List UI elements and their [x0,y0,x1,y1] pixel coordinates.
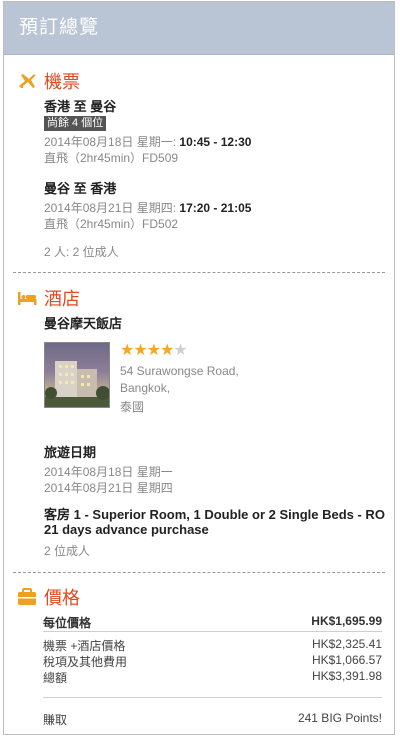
return-details: 直飛（2hr45min）FD502 [44,217,179,231]
flight-hotel-label: 機票 +酒店價格 [43,639,126,653]
room-description: 客房 1 - Superior Room, 1 Double or 2 Sing… [44,507,385,537]
tax-value: HK$1,066.57 [311,653,382,667]
star-filled-icon: ★ [146,342,161,359]
section-divider [13,572,385,573]
star-rating: ★★★★★ [120,340,188,360]
hotel-section-title: 酒店 [44,289,80,309]
airplane-icon [19,74,36,88]
price-separator [43,697,382,698]
flight-hotel-price-row: 機票 +酒店價格 HK$2,325.41 [43,637,382,653]
panel-title: 預訂總覽 [4,2,394,55]
hotel-address-line2: Bangkok, [120,381,171,395]
flight-section-title: 機票 [44,72,80,92]
flight-hotel-value: HK$2,325.41 [311,637,382,651]
checkin-date: 2014年08月18日 星期一 [44,465,173,479]
star-filled-icon: ★ [133,342,147,359]
star-filled-icon: ★ [120,342,134,359]
outbound-time: 10:45 - 12:30 [179,135,252,149]
passenger-count: 2 人: 2 位成人 [44,245,119,259]
per-person-price-row: 每位價格 HK$1,695.99 [43,614,382,630]
total-label: 總額 [43,671,68,685]
section-divider [13,272,385,273]
return-route: 曼谷 至 香港 [44,181,117,196]
travel-dates-label: 旅遊日期 [44,445,97,460]
tax-label: 稅項及其他費用 [43,655,128,669]
return-time: 17:20 - 21:05 [179,201,252,215]
star-empty-icon: ★ [173,342,187,359]
star-filled-icon: ★ [160,342,174,359]
seats-left-badge: 尚餘 4 個位 [44,116,107,131]
hotel-address-line1: 54 Surawongse Road, [120,364,239,378]
points-row: 賺取 241 BIG Points! [43,711,382,727]
tax-price-row: 稅項及其他費用 HK$1,066.57 [43,653,382,669]
hotel-name[interactable]: 曼谷摩天飯店 [44,313,122,332]
bed-icon [18,292,37,305]
per-person-label: 每位價格 [43,616,92,630]
price-section-title: 價格 [44,588,80,608]
hotel-address-line3: 泰國 [120,400,145,414]
briefcase-icon [18,588,36,605]
checkout-date: 2014年08月21日 星期四 [44,481,173,495]
outbound-date-text: 2014年08月18日 星期一: [44,135,177,149]
guest-count: 2 位成人 [44,544,91,558]
total-value: HK$3,391.98 [311,669,382,683]
per-person-value: HK$1,695.99 [311,614,382,628]
return-date: 2014年08月21日 星期四: 17:20 - 21:05 [44,199,251,216]
earn-label: 賺取 [43,713,68,727]
total-price-row: 總額 HK$3,391.98 [43,669,382,685]
outbound-details: 直飛（2hr45min）FD509 [44,151,179,165]
outbound-route: 香港 至 曼谷 [44,99,117,114]
hotel-rating: ★★★★★ [4,340,396,360]
outbound-date: 2014年08月18日 星期一: 10:45 - 12:30 [44,133,251,150]
price-separator [43,631,382,632]
return-date-text: 2014年08月21日 星期四: [44,201,177,215]
booking-summary-panel: 預訂總覽 機票 香港 至 曼谷 尚餘 4 個位 2014年08月18日 星期一:… [3,1,395,735]
earn-points-value: 241 BIG Points! [297,711,382,725]
